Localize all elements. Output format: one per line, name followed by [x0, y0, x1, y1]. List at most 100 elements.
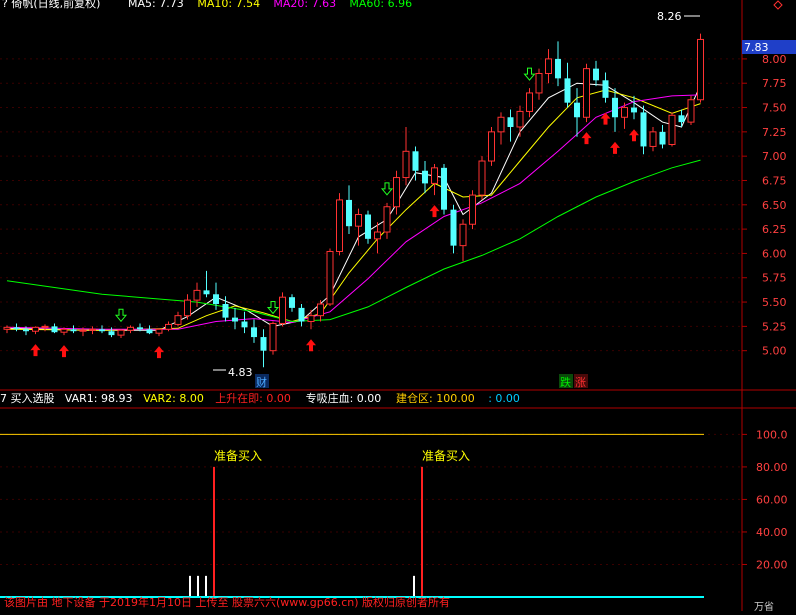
candle-body-up [279, 296, 286, 324]
indicator-tick-label: 100.0 [756, 428, 788, 441]
candle-body-up [269, 322, 277, 352]
candle-body-down [298, 307, 305, 322]
candle [336, 193, 343, 256]
buy-arrow-icon [59, 345, 69, 358]
candle-body-down [222, 304, 229, 318]
candle [232, 307, 238, 330]
candle [260, 329, 267, 368]
candle [269, 321, 277, 355]
candle-body-down [555, 58, 561, 79]
candle-body-down [564, 78, 571, 103]
candle-body-down [241, 321, 248, 328]
candle-body-up [89, 328, 96, 331]
candle-body-up [193, 289, 201, 301]
candle [459, 219, 467, 262]
buy-arrow-icon [581, 132, 592, 145]
ma-header-label: MA20: 7.63 [273, 0, 336, 10]
candle-body-down [412, 151, 419, 171]
candle [535, 68, 543, 100]
candle-body-down [232, 317, 238, 322]
candle-body-up [459, 223, 467, 247]
candle-body-up [184, 299, 191, 317]
sell-arrow-icon [523, 67, 536, 81]
moving-average-lines [6, 82, 701, 331]
price-tick-label: 7.75 [762, 77, 787, 90]
sell-arrow-icon [114, 308, 128, 323]
price-tick-label: 5.25 [762, 320, 787, 333]
candle-body-up [174, 315, 182, 325]
candle [51, 323, 58, 334]
candle [649, 126, 657, 152]
ma-header: MA5: 7.73 MA10: 7.54 MA20: 7.63 MA60: 6.96 [128, 0, 412, 10]
candle [450, 204, 457, 254]
candle-body-up [383, 206, 391, 233]
indicator-legend-item: 专吸庄血: 0.00 [306, 391, 382, 405]
candle-body-up [545, 58, 552, 74]
candle-body-down [346, 199, 352, 227]
candle-body-down [70, 329, 77, 332]
signal-arrows [30, 67, 639, 359]
diamond-icon[interactable] [773, 0, 783, 10]
candle-body-down [612, 97, 618, 118]
candle [383, 202, 391, 239]
candle-body-up [649, 131, 657, 147]
tag-finance[interactable]: 财 [256, 375, 267, 389]
candle-body-down [203, 290, 210, 295]
candle-body-up [393, 177, 400, 208]
candle [32, 326, 39, 335]
candle-body-up [155, 328, 163, 334]
price-tick-label: 8.00 [762, 53, 787, 66]
candle [365, 210, 371, 244]
candle [687, 95, 695, 126]
sell-arrow-icon [266, 301, 280, 315]
stock-chart-svg: ? 倚帆(日线,前复权) MA5: 7.73 MA10: 7.54 MA20: 7.… [0, 0, 796, 613]
candle-body-up [478, 160, 486, 196]
candle-body-down [507, 117, 514, 127]
candle [279, 292, 286, 327]
candle-body-down [450, 209, 457, 246]
candle [203, 270, 210, 298]
candle [165, 321, 172, 332]
current-price-badge: 7.83 [744, 41, 769, 54]
ma-header-label: MA5: 7.73 [128, 0, 184, 10]
candle [659, 125, 666, 149]
candle-body-up [127, 326, 134, 331]
candle-body-down [659, 131, 666, 145]
ma-line-ma10 [6, 89, 701, 331]
candle [545, 49, 552, 84]
tag-fall[interactable]: 跌 [560, 375, 571, 389]
candle [193, 282, 201, 307]
candle-body-up [488, 131, 495, 162]
price-tick-label: 5.00 [762, 345, 787, 358]
candle [326, 248, 334, 306]
candle [564, 62, 571, 108]
price-axis: 8.00 7.75 7.50 7.25 7.00 6.75 6.50 6.25 6.00 5.75… [742, 53, 787, 358]
indicator-tick-label: 20.00 [756, 558, 788, 571]
candle-body-down [441, 167, 447, 210]
candle-body-up [41, 325, 49, 328]
candle [346, 185, 352, 234]
buy-arrow-icon [610, 141, 620, 154]
ma-line-ma20 [6, 94, 701, 330]
candle-body-up [668, 114, 676, 145]
candle [668, 112, 676, 147]
price-tick-label: 6.75 [762, 174, 787, 187]
candle-body-down [13, 327, 20, 330]
candle [478, 156, 486, 200]
candle [441, 163, 447, 215]
price-tick-label: 6.25 [762, 223, 787, 236]
candle-body-up [317, 303, 324, 317]
ma-line-ma60 [6, 159, 701, 323]
candle [640, 105, 647, 155]
candle-body-up [402, 150, 410, 179]
candle-body-down [137, 327, 143, 330]
indicator-legend: 7 买入选股 VAR1: 98.93 VAR2: 8.00 上升在即: 0.00 专吸庄… [0, 391, 520, 405]
candle-body-up [516, 110, 524, 128]
price-tick-label: 5.75 [762, 272, 787, 285]
indicator-legend-item: 建仓区: 100.00 [396, 391, 475, 405]
candle-body-up [621, 107, 628, 118]
candle [678, 109, 685, 127]
tag-rise[interactable]: 涨 [575, 376, 586, 389]
price-tick-label: 7.25 [762, 126, 787, 139]
candle [593, 60, 599, 87]
